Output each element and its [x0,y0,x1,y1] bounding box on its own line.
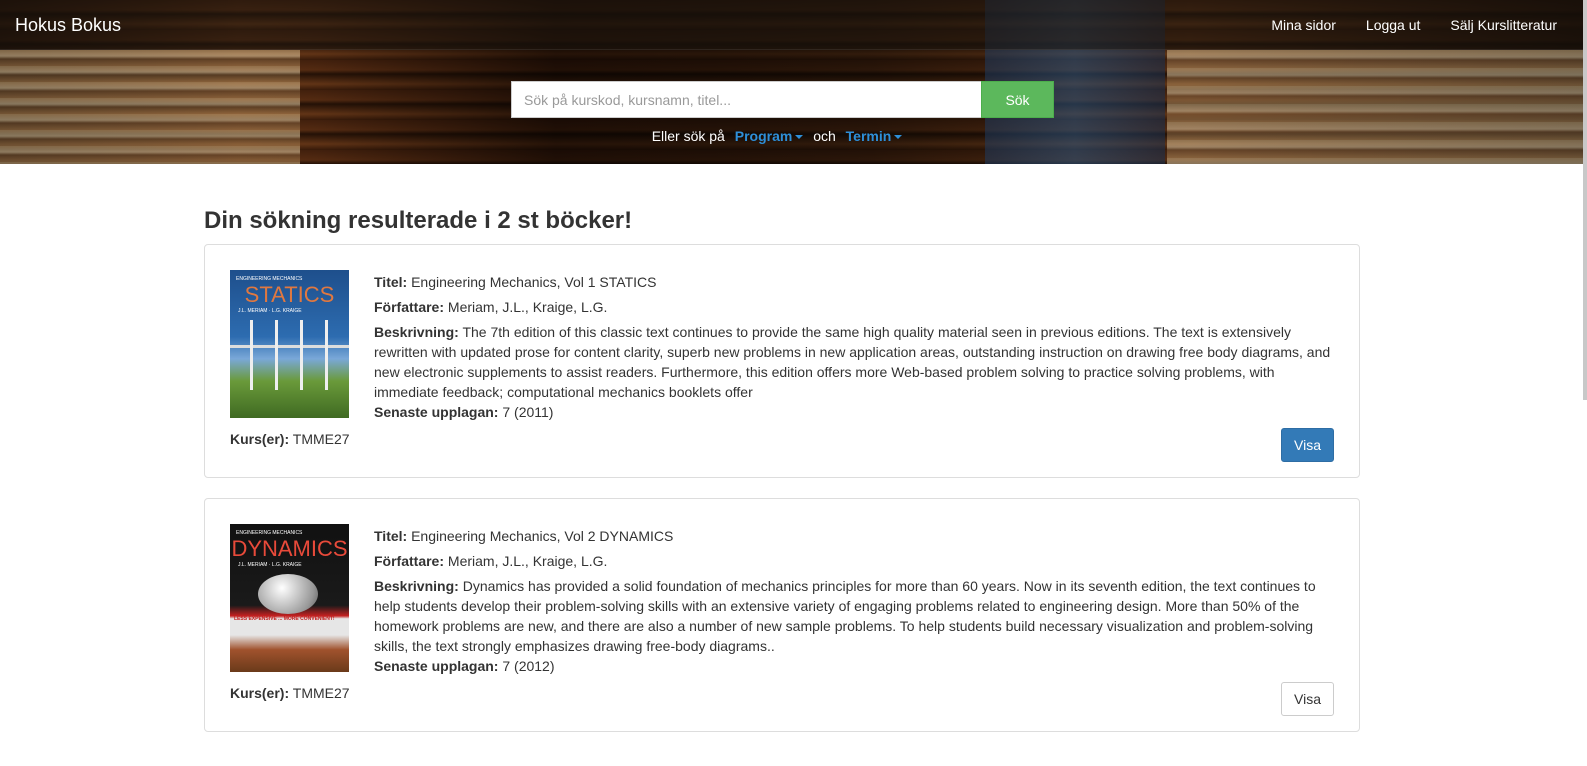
book-card: ENGINEERING MECHANICS STATICS J.L. MERIA… [204,244,1360,478]
program-dropdown[interactable]: Program [735,128,804,144]
cover-pylon-graphic [300,320,303,390]
search-form: Sök [511,81,1054,118]
cover-authors: J.L. MERIAM · L.G. KRAIGE [238,308,302,314]
nav-link-salj-kurslitteratur[interactable]: Sälj Kurslitteratur [1450,17,1557,33]
top-navbar: Hokus Bokus Mina sidor Logga ut Sälj Kur… [0,0,1587,50]
book-info: Titel: Engineering Mechanics, Vol 1 STAT… [374,272,1339,427]
hero-books-right [1167,50,1587,164]
book-description: Beskrivning: Dynamics has provided a sol… [374,578,1316,654]
cover-bridge-graphic [230,345,349,348]
cover-title: STATICS [244,282,335,307]
program-dropdown-label: Program [734,128,793,144]
nav-link-mina-sidor[interactable]: Mina sidor [1271,17,1336,33]
cover-pylon-graphic [250,320,253,390]
cover-pylon-graphic [325,320,328,390]
alt-search: Eller sök på Program och Termin [0,128,1560,144]
view-book-button[interactable]: Visa [1281,682,1334,716]
book-title: Titel: Engineering Mechanics, Vol 2 DYNA… [374,528,674,544]
nav-link-logga-ut[interactable]: Logga ut [1366,17,1421,33]
caret-down-icon [795,135,804,140]
book-info: Titel: Engineering Mechanics, Vol 2 DYNA… [374,526,1339,681]
term-dropdown-label: Termin [845,128,892,144]
page-scrollbar[interactable] [1583,0,1587,400]
cover-title: DYNAMICS [231,536,348,561]
alt-search-connector: och [813,128,836,144]
search-input[interactable] [511,81,981,118]
results-heading: Din sökning resulterade i 2 st böcker! [204,207,633,234]
book-cover-image[interactable]: ENGINEERING MECHANICS STATICS J.L. MERIA… [230,270,349,418]
search-button[interactable]: Sök [981,81,1054,118]
caret-down-icon [894,135,903,140]
book-edition: Senaste upplagan: 7 (2012) [374,658,555,674]
book-courses: Kurs(er): TMME27 [230,431,350,447]
book-author: Författare: Meriam, J.L., Kraige, L.G. [374,553,608,569]
book-card: ENGINEERING MECHANICS DYNAMICS J.L. MERI… [204,498,1360,732]
view-book-button[interactable]: Visa [1281,428,1334,462]
alt-search-prefix: Eller sök på [651,128,725,144]
book-author: Författare: Meriam, J.L., Kraige, L.G. [374,299,608,315]
term-dropdown[interactable]: Termin [846,128,903,144]
cover-capsule-graphic [258,574,318,614]
hero-books-left [0,50,300,164]
cover-pylon-graphic [275,320,278,390]
book-cover-image[interactable]: ENGINEERING MECHANICS DYNAMICS J.L. MERI… [230,524,349,672]
cover-banner: LESS EXPENSIVE ... MORE CONVENIENT! [234,616,335,622]
book-title: Titel: Engineering Mechanics, Vol 1 STAT… [374,274,657,290]
book-description: Beskrivning: The 7th edition of this cla… [374,324,1331,400]
cover-authors: J.L. MERIAM · L.G. KRAIGE [238,562,302,568]
book-courses: Kurs(er): TMME27 [230,685,350,701]
book-edition: Senaste upplagan: 7 (2011) [374,404,554,420]
nav-links: Mina sidor Logga ut Sälj Kurslitteratur [1271,17,1557,33]
brand-logo[interactable]: Hokus Bokus [15,15,121,36]
